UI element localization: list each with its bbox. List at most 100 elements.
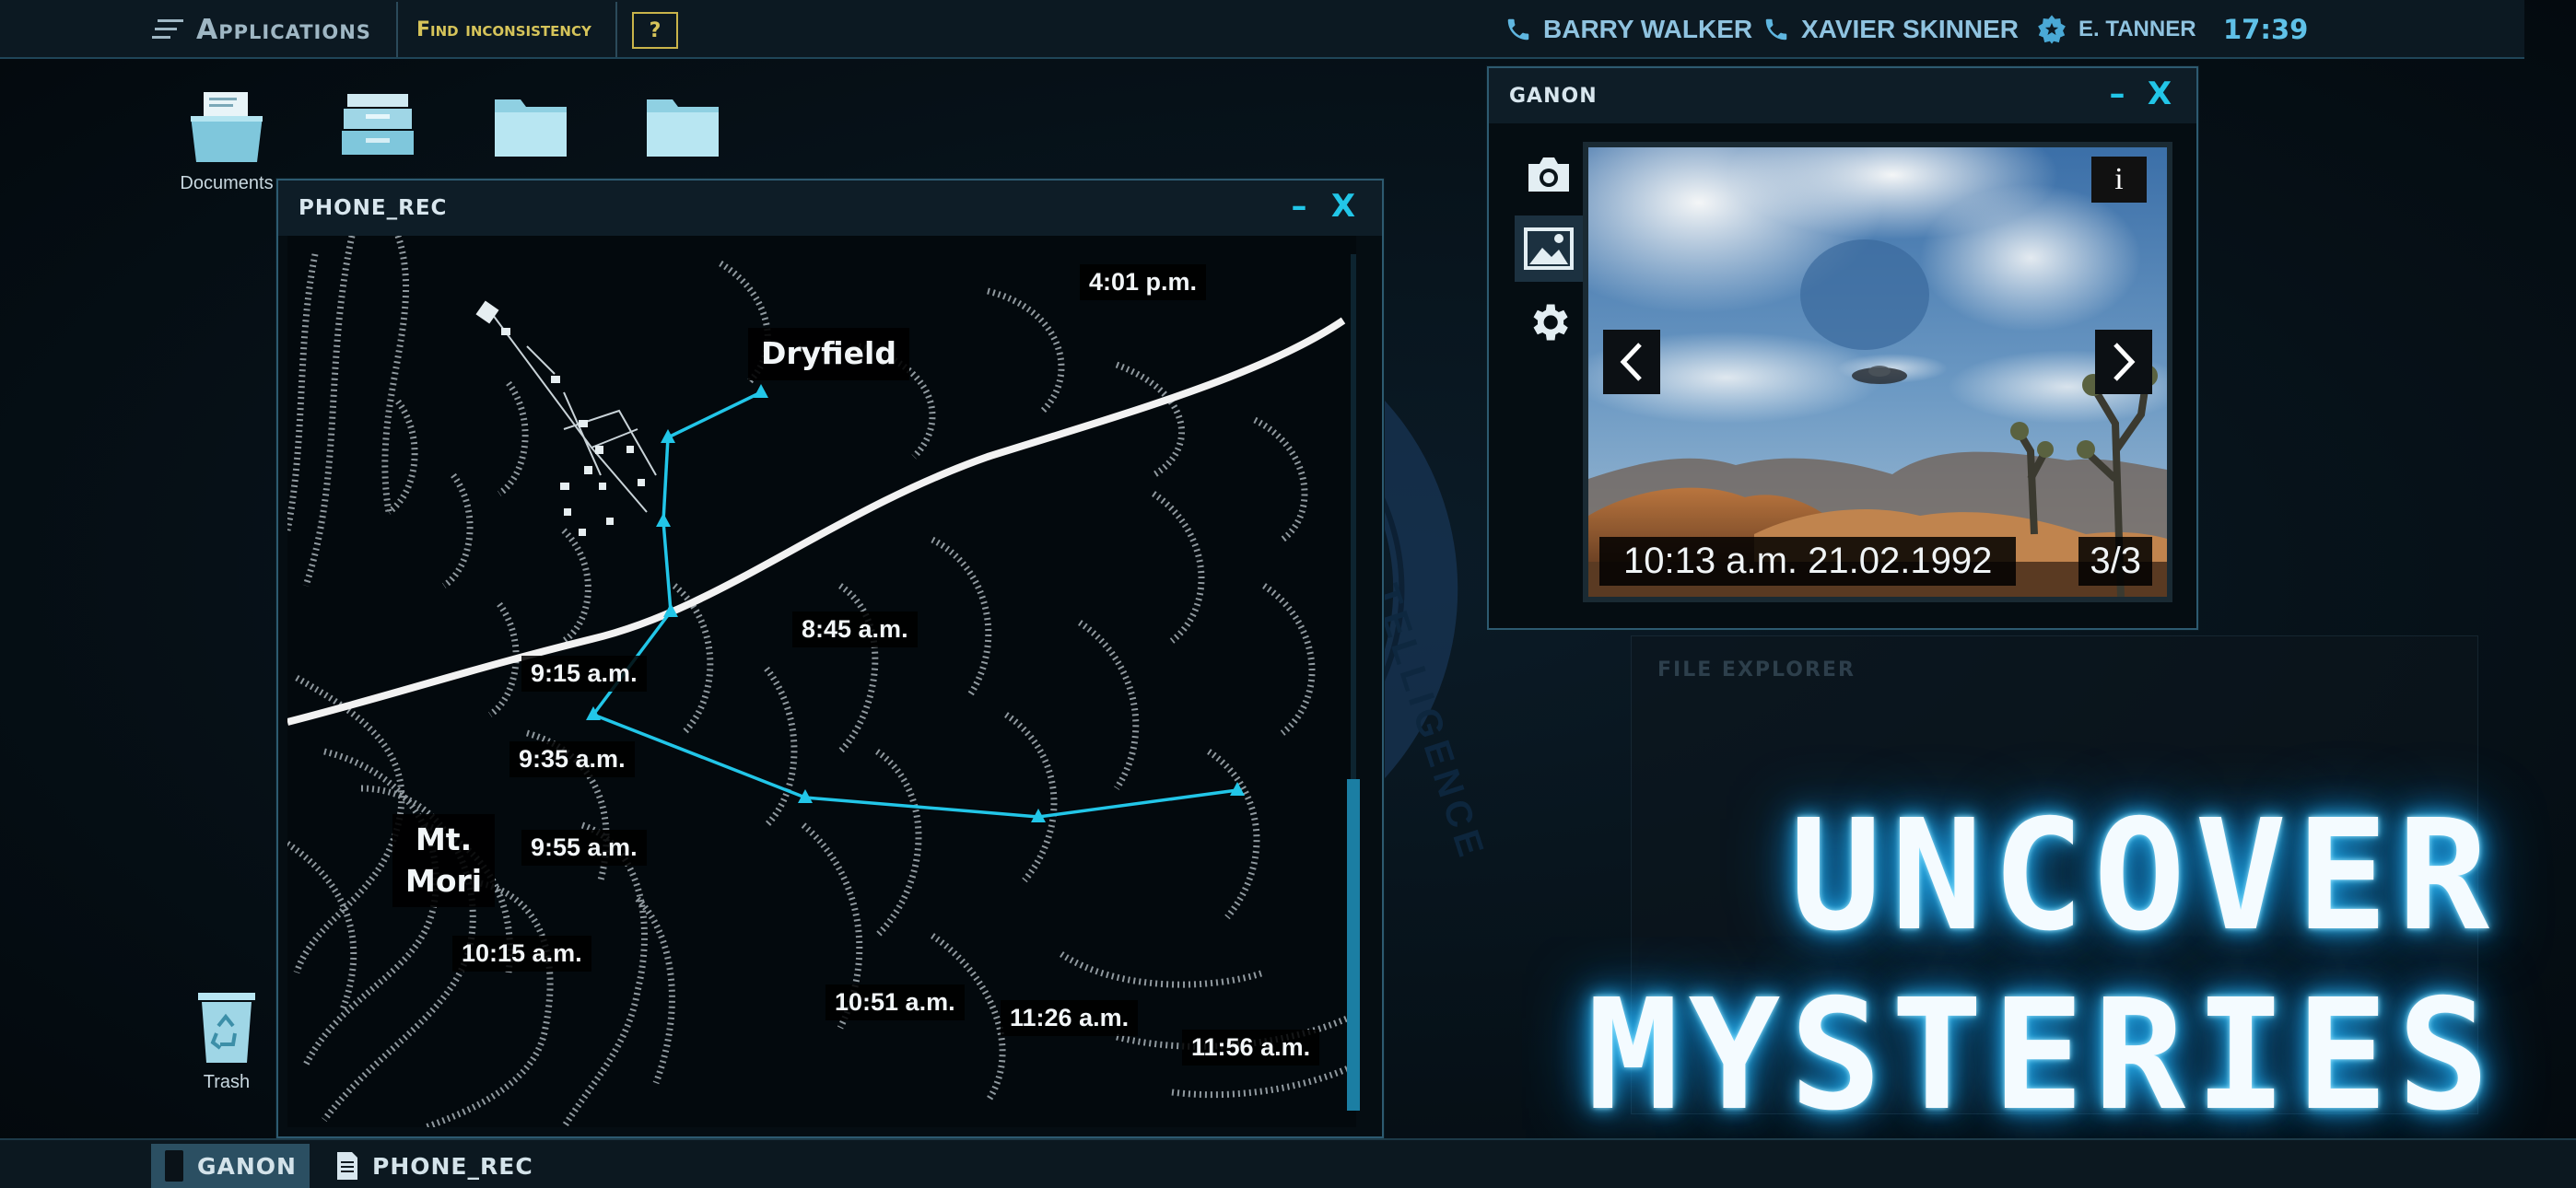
terrain-contour <box>561 528 591 644</box>
settings-button[interactable] <box>1515 289 1583 355</box>
applications-label: Applications <box>196 13 371 46</box>
folder-icon <box>495 99 567 157</box>
photo-info-button[interactable]: i <box>2091 157 2147 203</box>
terrain-contour <box>1078 620 1140 790</box>
desktop-icon-folder[interactable] <box>618 92 747 166</box>
contact-name: BARRY WALKER <box>1543 15 1753 43</box>
desktop-icon-documents[interactable]: Documents <box>162 88 291 194</box>
terrain-contour <box>931 536 992 698</box>
photo-counter: 3/3 <box>2078 537 2152 586</box>
minimize-button[interactable]: – <box>2099 74 2136 114</box>
terrain-contour <box>1115 361 1186 478</box>
photo-timestamp: 10:13 a.m. 21.02.1992 <box>1599 537 2017 586</box>
map-scrollbar-thumb[interactable] <box>1347 779 1360 1111</box>
next-photo-button[interactable] <box>2095 330 2152 394</box>
taskbar-item-label: GANON <box>197 1152 297 1180</box>
desktop: TELLIGENCE FILE EXPLORER Applications Fi… <box>0 0 2576 1188</box>
terrain-contour <box>1152 491 1205 644</box>
phone-rec-window: PHONE_REC – X Dryfield Mt. Mori 4:01 p.m… <box>276 179 1384 1138</box>
window-title-bar[interactable]: GANON <box>1489 68 2196 123</box>
user-e-tanner[interactable]: E. TANNER <box>2036 0 2196 59</box>
terrain-contour <box>764 666 798 828</box>
place-label-dryfield: Dryfield <box>748 328 909 380</box>
trash-recycle-icon <box>198 993 255 1063</box>
close-button[interactable]: X <box>2141 74 2178 114</box>
desktop-icon-archive[interactable] <box>313 92 442 164</box>
taskbar-item-label: PHONE_REC <box>372 1152 533 1180</box>
route-segment <box>667 390 762 439</box>
terrain-contour <box>1262 583 1316 736</box>
route-segment <box>662 437 670 522</box>
ganon-photo-viewer[interactable]: i 10:13 a.m. 21.02.1992 3/3 <box>1583 142 2172 602</box>
terrain-contour <box>1207 749 1260 920</box>
documents-folder-icon <box>191 92 263 162</box>
chevron-left-icon <box>1620 343 1642 381</box>
waypoint-time-label: 11:56 a.m. <box>1182 1030 1320 1066</box>
taskbar: GANON PHONE_REC <box>0 1138 2576 1188</box>
terrain-contour <box>424 877 554 1127</box>
route-segment <box>804 796 1039 819</box>
phone-device-icon <box>165 1150 183 1182</box>
close-button[interactable]: X <box>1325 186 1362 227</box>
promo-headline-line1: UNCOVER <box>1789 787 2499 965</box>
archive-tray-icon <box>342 94 414 155</box>
desktop-icon-label: Trash <box>203 1072 251 1092</box>
phone-icon <box>1765 18 1787 41</box>
waypoint-time-label: 11:26 a.m. <box>1001 1000 1139 1036</box>
help-button[interactable]: ? <box>632 12 678 49</box>
background-window-title: FILE EXPLORER <box>1657 658 1856 681</box>
terrain-contour <box>302 748 439 1066</box>
settings-gear-icon <box>1533 304 1568 341</box>
terrain-contour <box>874 749 922 938</box>
terrain-contour <box>837 583 879 754</box>
terrain-contour <box>441 472 474 588</box>
badge-icon <box>2038 15 2066 44</box>
folder-icon <box>647 99 719 157</box>
desktop-icon-folder[interactable] <box>466 92 595 166</box>
phone-route <box>586 384 1245 822</box>
minimize-button[interactable]: – <box>1281 186 1317 227</box>
desktop-icon-trash[interactable]: Trash <box>162 989 291 1093</box>
find-inconsistency-label: Find inconsistency <box>416 17 591 41</box>
place-label-mt-mori: Mt. Mori <box>392 814 496 908</box>
place-label-line: Mori <box>405 862 483 899</box>
find-inconsistency-button[interactable]: Find inconsistency <box>416 0 591 59</box>
waypoint-marker[interactable] <box>656 513 671 527</box>
highway-road <box>287 317 1346 726</box>
ufo-sky-photo <box>1588 147 2167 597</box>
camera-icon <box>1528 157 1569 192</box>
waypoint-time-label: 10:51 a.m. <box>825 984 965 1020</box>
clock: 17:39 <box>2223 14 2309 45</box>
previous-photo-button[interactable] <box>1603 330 1660 394</box>
waypoint-marker[interactable] <box>754 384 768 398</box>
contact-name: XAVIER SKINNER <box>1801 15 2019 43</box>
taskbar-item-phone-rec[interactable]: PHONE_REC <box>322 1144 546 1188</box>
applications-menu[interactable]: Applications <box>152 0 371 59</box>
window-title-bar[interactable]: PHONE_REC <box>278 181 1382 236</box>
camera-button[interactable] <box>1515 142 1583 208</box>
terrain-contour <box>1004 712 1058 883</box>
gallery-icon <box>1524 227 1574 270</box>
waypoint-time-label: 4:01 p.m. <box>1080 264 1207 300</box>
terrain-contour <box>635 896 675 1085</box>
ganon-sidebar <box>1515 142 1583 667</box>
terrain-contour <box>1171 1061 1356 1099</box>
contact-barry-walker[interactable]: BARRY WALKER <box>1505 0 1752 59</box>
gallery-button[interactable] <box>1515 215 1583 282</box>
route-segment <box>1037 788 1238 819</box>
menu-lines-icon <box>152 19 183 39</box>
topbar-divider <box>615 2 617 57</box>
taskbar-item-ganon[interactable]: GANON <box>151 1144 310 1188</box>
route-segment <box>662 520 673 612</box>
document-icon <box>337 1152 357 1180</box>
waypoint-time-label: 10:15 a.m. <box>452 936 591 972</box>
contact-xavier-skinner[interactable]: XAVIER SKINNER <box>1762 0 2019 59</box>
ganon-window: GANON – X i 10:13 a.m. 21.02.1992 3/3 <box>1487 66 2198 630</box>
waypoint-time-label: 9:55 a.m. <box>521 830 647 866</box>
window-title: GANON <box>1509 84 1598 108</box>
phone-location-map[interactable]: Dryfield Mt. Mori 4:01 p.m. 8:45 a.m. 9:… <box>287 236 1356 1127</box>
user-name: E. TANNER <box>2078 17 2196 41</box>
topbar-divider <box>396 2 398 57</box>
promo-headline-line2: MYSTERIES <box>1587 967 2499 1145</box>
place-label-line: Mt. <box>415 821 473 857</box>
